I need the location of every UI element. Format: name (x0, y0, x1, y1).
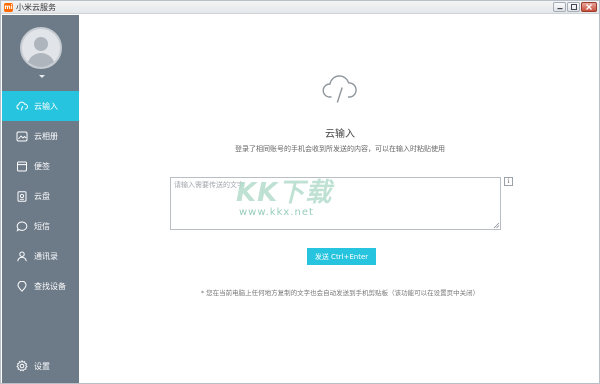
window-controls (553, 2, 597, 12)
sidebar-item-cloud-album[interactable]: 云相册 (2, 121, 79, 151)
avatar-head (34, 37, 48, 51)
sidebar-item-label: 云输入 (34, 101, 58, 111)
cloud-drive-icon (16, 190, 28, 202)
sidebar-item-contacts[interactable]: 通讯录 (2, 241, 79, 271)
contacts-icon (16, 250, 28, 262)
resize-grip-icon[interactable] (493, 222, 500, 229)
sidebar-item-label: 短信 (34, 221, 50, 231)
page-description: 登录了相同账号的手机会收到所发送的内容，可以在输入时粘贴使用 (235, 145, 445, 153)
find-device-icon (16, 280, 28, 292)
info-button[interactable]: i (504, 177, 513, 186)
settings-label: 设置 (34, 361, 50, 371)
sidebar-item-cloud-input[interactable]: 云输入 (2, 91, 79, 121)
sidebar-item-label: 通讯录 (34, 251, 58, 261)
sms-icon (16, 220, 28, 232)
sidebar-item-find-device[interactable]: 查找设备 (2, 271, 79, 301)
account-dropdown-icon[interactable] (39, 75, 45, 78)
cloud-input-icon (16, 100, 28, 112)
close-button[interactable] (581, 2, 597, 12)
sidebar: 云输入 云相册 便签 云盘 短信 通讯录 查找设备 设置 (2, 15, 79, 383)
sidebar-nav: 云输入 云相册 便签 云盘 短信 通讯录 查找设备 (2, 91, 79, 301)
avatar-body (27, 53, 55, 67)
close-icon (586, 4, 592, 10)
sidebar-item-settings[interactable]: 设置 (2, 351, 79, 381)
sidebar-item-label: 云相册 (34, 131, 58, 141)
sidebar-item-sms[interactable]: 短信 (2, 211, 79, 241)
notes-icon (16, 160, 28, 172)
minimize-button[interactable] (553, 2, 566, 12)
app-window: mi 小米云服务 云输入 云相册 便签 云盘 短信 通讯录 查找设备 设置 云输… (0, 0, 600, 384)
sidebar-item-cloud-drive[interactable]: 云盘 (2, 181, 79, 211)
maximize-icon (570, 4, 577, 10)
cloud-input-large-icon (322, 75, 357, 103)
title-bar[interactable]: mi 小米云服务 (1, 1, 599, 14)
send-button[interactable]: 发送 Ctrl+Enter (307, 248, 376, 265)
main-panel: 云输入 登录了相同账号的手机会收到所发送的内容，可以在输入时粘贴使用 i KK下… (80, 15, 599, 383)
minimize-icon (557, 8, 562, 10)
gear-icon (16, 360, 28, 372)
clipboard-hint: * 您在当前电脑上任何地方复制的文字也会自动发送到手机剪贴板（该功能可以在设置页… (200, 289, 480, 297)
sidebar-item-label: 便签 (34, 161, 50, 171)
photo-album-icon (16, 130, 28, 142)
maximize-button[interactable] (567, 2, 580, 12)
app-logo-icon: mi (4, 3, 13, 12)
sidebar-item-label: 查找设备 (34, 281, 66, 291)
message-input[interactable] (170, 177, 501, 230)
avatar[interactable] (20, 27, 62, 69)
page-title: 云输入 (325, 129, 355, 140)
sidebar-item-label: 云盘 (34, 191, 50, 201)
sidebar-item-notes[interactable]: 便签 (2, 151, 79, 181)
window-title: 小米云服务 (16, 3, 56, 12)
